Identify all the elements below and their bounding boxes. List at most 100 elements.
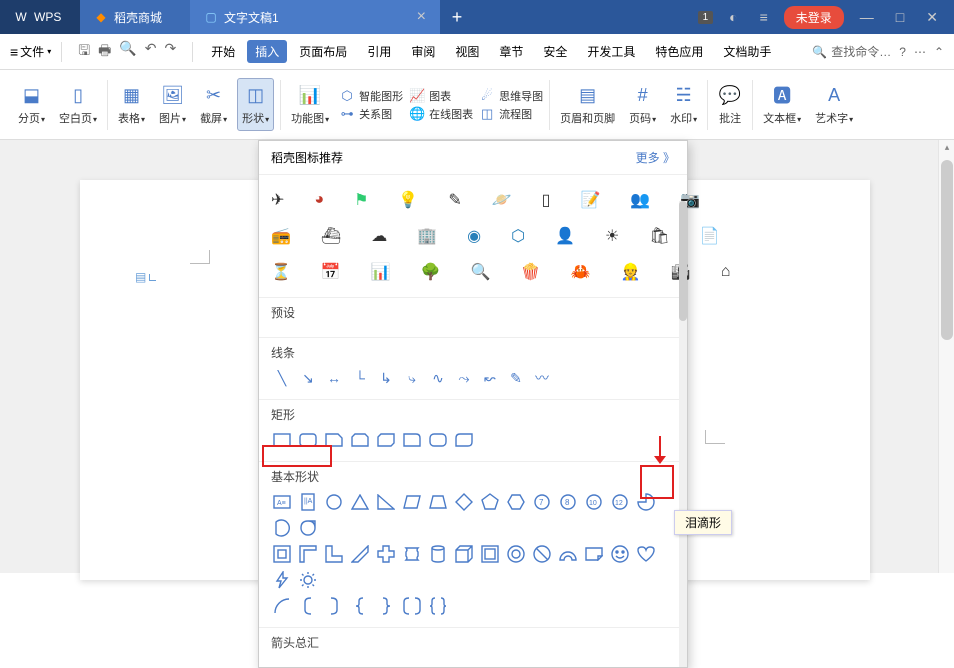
l-shape[interactable]: [323, 543, 345, 565]
right-bracket-shape[interactable]: [323, 595, 345, 617]
triangle-shape[interactable]: [349, 491, 371, 513]
textbox-button[interactable]: 🅰 文本框▾: [759, 79, 805, 130]
people-icon[interactable]: 👥: [630, 189, 650, 211]
round1-rect-shape[interactable]: [401, 429, 423, 451]
curve-double-shape[interactable]: ↜: [479, 367, 501, 389]
sun-shape[interactable]: [297, 569, 319, 591]
curve-shape[interactable]: ∿: [427, 367, 449, 389]
header-footer-button[interactable]: ▤ 页眉和页脚: [556, 79, 619, 130]
tab-view[interactable]: 视图: [447, 40, 487, 63]
undo-icon[interactable]: ↶: [145, 40, 157, 64]
octagon-shape[interactable]: 8: [557, 491, 579, 513]
table-button[interactable]: ▦ 表格▾: [114, 79, 149, 130]
hex-icon[interactable]: ⬡: [511, 225, 525, 247]
chord-shape[interactable]: [271, 517, 293, 539]
round2-rect-shape[interactable]: [427, 429, 449, 451]
diag-stripe-shape[interactable]: [349, 543, 371, 565]
close-window-icon[interactable]: ✕: [920, 9, 944, 26]
crab-icon[interactable]: 🦀: [571, 261, 591, 283]
can-shape[interactable]: [427, 543, 449, 565]
diamond-shape[interactable]: [453, 491, 475, 513]
parallelogram-shape[interactable]: [401, 491, 423, 513]
smart-art-button[interactable]: ⬡智能图形: [339, 88, 403, 104]
scribble-shape[interactable]: 〰: [531, 367, 553, 389]
file-menu[interactable]: ≡ 文件 ▾: [10, 43, 51, 60]
page-break-button[interactable]: ⬓ 分页▾: [14, 79, 49, 130]
close-icon[interactable]: ×: [417, 8, 426, 26]
freeform-shape[interactable]: ✎: [505, 367, 527, 389]
snip1-rect-shape[interactable]: [323, 429, 345, 451]
page-number-button[interactable]: # 页码▾: [625, 79, 660, 130]
comment-button[interactable]: 💬 批注: [714, 79, 746, 130]
more-icon[interactable]: ⋯: [914, 45, 926, 59]
curve-arrow-shape[interactable]: ⤳: [453, 367, 475, 389]
double-bracket-shape[interactable]: [401, 595, 423, 617]
search2-icon[interactable]: 🔍: [471, 261, 491, 283]
doc2-icon[interactable]: 📄: [700, 225, 720, 247]
picture-button[interactable]: 🖼 图片▾: [155, 79, 190, 130]
skin-icon[interactable]: ◐: [723, 9, 743, 25]
func-chart-button[interactable]: 📊 功能图▾: [287, 79, 333, 130]
blank-page-button[interactable]: ▯ 空白页▾: [55, 79, 101, 130]
lamp-icon[interactable]: 💡: [398, 189, 418, 211]
block-arc-shape[interactable]: [557, 543, 579, 565]
double-brace-shape[interactable]: [427, 595, 449, 617]
flow-button[interactable]: ◫流程图: [479, 106, 543, 122]
textbox-v-shape[interactable]: ||A: [297, 491, 319, 513]
right-triangle-shape[interactable]: [375, 491, 397, 513]
scroll-up-icon[interactable]: ▴: [939, 142, 954, 153]
oval-shape[interactable]: [323, 491, 345, 513]
mind-button[interactable]: ☄思维导图: [479, 88, 543, 104]
line-shape[interactable]: ╲: [271, 367, 293, 389]
donut-shape[interactable]: [505, 543, 527, 565]
bag-icon[interactable]: 🛍: [649, 225, 669, 247]
elbow-double-shape[interactable]: ⤷: [401, 367, 423, 389]
sun-icon[interactable]: ☀: [605, 225, 619, 247]
vertical-scrollbar[interactable]: ▴: [938, 140, 954, 573]
dropdown-scrollbar[interactable]: [679, 201, 687, 667]
decagon-shape[interactable]: 10: [583, 491, 605, 513]
online-chart-button[interactable]: 🌐在线图表: [409, 106, 473, 122]
screenshot-button[interactable]: ✂ 截屏▾: [196, 79, 231, 130]
redo-icon[interactable]: ↷: [165, 40, 177, 64]
flag-icon[interactable]: ⚑: [354, 189, 368, 211]
home-icon[interactable]: ⌂: [721, 261, 731, 283]
maximize-icon[interactable]: □: [890, 9, 910, 25]
round-rect-shape[interactable]: [297, 429, 319, 451]
tab-doc-assist[interactable]: 文档助手: [715, 40, 779, 63]
textbox-h-shape[interactable]: A≡: [271, 491, 293, 513]
tab-security[interactable]: 安全: [535, 40, 575, 63]
left-brace-shape[interactable]: [349, 595, 371, 617]
snip-diag-rect-shape[interactable]: [375, 429, 397, 451]
wordart-button[interactable]: A 艺术字▾: [811, 79, 857, 130]
tab-reference[interactable]: 引用: [359, 40, 399, 63]
relation-button[interactable]: ⊶关系图: [339, 106, 403, 122]
collapse-ribbon-icon[interactable]: ⌃: [934, 45, 944, 59]
elbow-shape[interactable]: └: [349, 367, 371, 389]
tab-wps[interactable]: W WPS: [0, 0, 80, 34]
tab-dev-tools[interactable]: 开发工具: [579, 40, 643, 63]
trapezoid-shape[interactable]: [427, 491, 449, 513]
scrollbar-thumb[interactable]: [941, 160, 953, 340]
heptagon-shape[interactable]: 7: [531, 491, 553, 513]
arc-shape[interactable]: [271, 595, 293, 617]
command-search[interactable]: 🔍 查找命令…: [812, 43, 891, 60]
pie-icon[interactable]: ◕: [314, 189, 324, 211]
saturn-icon[interactable]: 🪐: [492, 189, 512, 211]
right-brace-shape[interactable]: [375, 595, 397, 617]
double-arrow-shape[interactable]: ↔: [323, 367, 345, 389]
note-icon[interactable]: 📝: [580, 189, 600, 211]
tab-special[interactable]: 特色应用: [647, 40, 711, 63]
worker-icon[interactable]: 👷: [620, 261, 640, 283]
arrow-line-shape[interactable]: ↘: [297, 367, 319, 389]
half-frame-shape[interactable]: [297, 543, 319, 565]
left-bracket-shape[interactable]: [297, 595, 319, 617]
shape-button[interactable]: ◫ 形状▾: [237, 78, 274, 131]
plane-icon[interactable]: ✈: [271, 189, 284, 211]
more-link[interactable]: 更多 》: [636, 149, 675, 166]
radio-icon[interactable]: 📻: [271, 225, 291, 247]
print-icon[interactable]: 🖶: [98, 40, 111, 64]
add-tab-button[interactable]: +: [440, 7, 474, 28]
tree-icon[interactable]: 🌳: [421, 261, 441, 283]
calendar-icon[interactable]: 📅: [321, 261, 341, 283]
